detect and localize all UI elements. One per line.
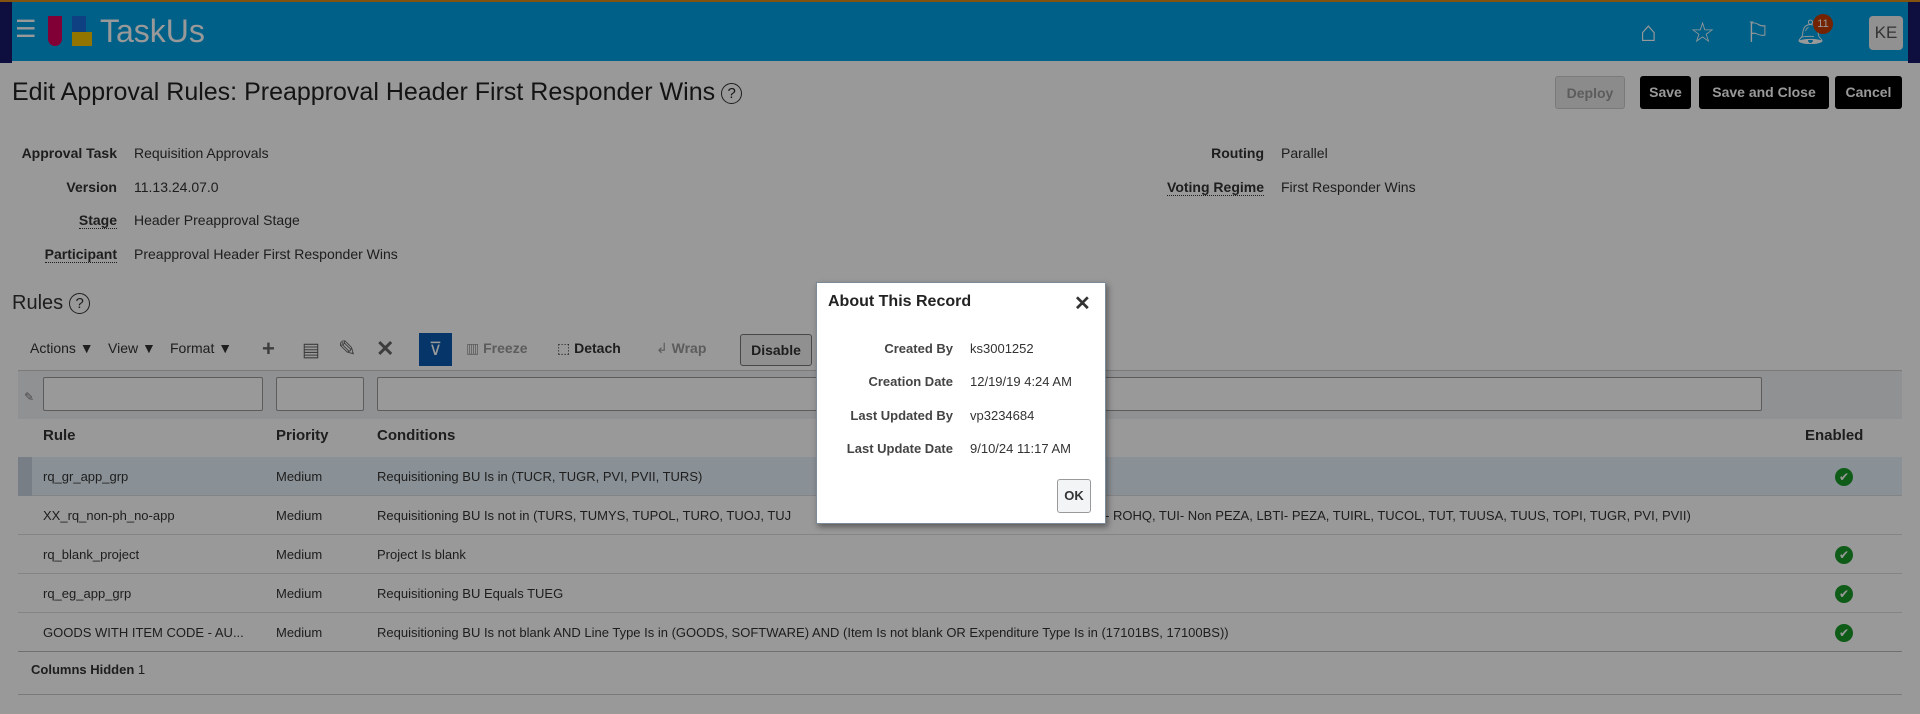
last-updated-by-label: Last Updated By — [850, 408, 953, 423]
creation-date-value: 12/19/19 4:24 AM — [970, 374, 1072, 389]
created-by-label: Created By — [884, 341, 953, 356]
creation-date-label: Creation Date — [868, 374, 953, 389]
dialog-title: About This Record — [828, 293, 972, 310]
last-updated-by-value: vp3234684 — [970, 408, 1035, 423]
created-by-value: ks3001252 — [970, 341, 1034, 356]
close-icon[interactable]: ✕ — [1074, 291, 1091, 316]
about-this-record-dialog: About This Record ✕ Created By ks3001252… — [816, 282, 1106, 524]
ok-button[interactable]: OK — [1057, 479, 1091, 513]
last-update-date-value: 9/10/24 11:17 AM — [970, 441, 1071, 456]
last-update-date-label: Last Update Date — [846, 441, 953, 456]
